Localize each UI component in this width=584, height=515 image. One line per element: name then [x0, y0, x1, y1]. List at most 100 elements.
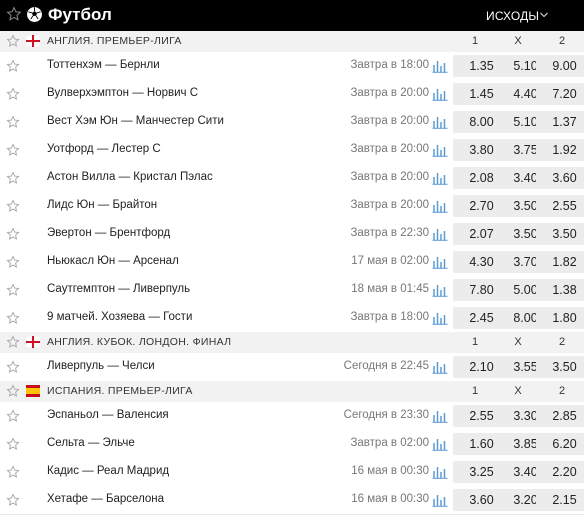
match-teams[interactable]: Эвертон — Брентфорд — [47, 227, 170, 239]
odds-button[interactable]: 2.15 — [536, 489, 584, 511]
favorite-star-icon[interactable] — [6, 87, 20, 101]
odds-button[interactable]: 1.38 — [536, 279, 584, 301]
match-teams[interactable]: Тоттенхэм — Бернли — [47, 59, 160, 71]
match-teams[interactable]: Астон Вилла — Кристал Пэлас — [47, 171, 213, 183]
statistics-icon[interactable] — [432, 115, 448, 129]
favorite-star-icon[interactable] — [6, 409, 20, 423]
match-row[interactable]: Астон Вилла — Кристал Пэлас Завтра в 20:0… — [0, 164, 584, 193]
match-row[interactable]: Хетафе — Барселона 16 мая в 00:30 3.60 3.20… — [0, 486, 584, 515]
favorite-star-icon[interactable] — [6, 255, 20, 269]
league-name: ИСПАНИЯ. ПРЕМЬЕР-ЛИГА — [47, 385, 193, 397]
favorite-star-icon[interactable] — [6, 171, 20, 185]
match-teams[interactable]: Вулверхэмптон — Норвич С — [47, 87, 198, 99]
match-teams[interactable]: Вест Хэм Юн — Манчестер Сити — [47, 115, 224, 127]
match-time: Завтра в 20:00 — [350, 143, 429, 155]
favorite-star-icon[interactable] — [6, 59, 20, 73]
odds-button[interactable]: 3.50 — [536, 356, 584, 378]
league-header: ИСПАНИЯ. ПРЕМЬЕР-ЛИГА 1 X 2 — [0, 381, 584, 403]
match-row[interactable]: Тоттенхэм — Бернли Завтра в 18:00 1.35 5.10… — [0, 52, 584, 81]
odds-button[interactable]: 2.55 — [536, 195, 584, 217]
match-row[interactable]: Вулверхэмптон — Норвич С Завтра в 20:00 1.… — [0, 80, 584, 109]
match-time: Завтра в 02:00 — [350, 437, 429, 449]
match-row[interactable]: Саутгемптон — Ливерпуль 18 мая в 01:45 7.8… — [0, 276, 584, 305]
match-time: Завтра в 18:00 — [350, 59, 429, 71]
odds-button[interactable]: 1.37 — [536, 111, 584, 133]
statistics-icon[interactable] — [432, 409, 448, 423]
match-teams[interactable]: Кадис — Реал Мадрид — [47, 465, 169, 477]
statistics-icon[interactable] — [432, 199, 448, 213]
match-time: Завтра в 20:00 — [350, 87, 429, 99]
match-teams[interactable]: Уотфорд — Лестер С — [47, 143, 161, 155]
match-teams[interactable]: Ливерпуль — Челси — [47, 360, 155, 372]
odds-button[interactable]: 7.20 — [536, 83, 584, 105]
odds-button[interactable]: 3.60 — [536, 167, 584, 189]
match-row[interactable]: Кадис — Реал Мадрид 16 мая в 00:30 3.25 3.4… — [0, 458, 584, 487]
statistics-icon[interactable] — [432, 465, 448, 479]
match-time: Завтра в 20:00 — [350, 171, 429, 183]
sport-header: Футбол ИСХОДЫ — [0, 0, 584, 31]
match-time: 18 мая в 01:45 — [351, 283, 429, 295]
statistics-icon[interactable] — [432, 283, 448, 297]
match-teams[interactable]: Хетафе — Барселона — [47, 493, 164, 505]
match-time: Завтра в 20:00 — [350, 115, 429, 127]
favorite-star-icon[interactable] — [6, 115, 20, 129]
match-teams[interactable]: 9 матчей. Хозяева — Гости — [47, 311, 192, 323]
favorite-star-icon[interactable] — [6, 465, 20, 479]
statistics-icon[interactable] — [432, 227, 448, 241]
favorite-star-icon[interactable] — [6, 227, 20, 241]
favorite-star-icon[interactable] — [6, 199, 20, 213]
statistics-icon[interactable] — [432, 360, 448, 374]
england-flag-icon — [26, 336, 40, 348]
match-row[interactable]: Уотфорд — Лестер С Завтра в 20:00 3.80 3.75… — [0, 136, 584, 165]
statistics-icon[interactable] — [432, 143, 448, 157]
match-row[interactable]: Эвертон — Брентфорд Завтра в 22:30 2.07 3.5… — [0, 220, 584, 249]
statistics-icon[interactable] — [432, 437, 448, 451]
favorite-star-icon[interactable] — [6, 437, 20, 451]
match-time: Завтра в 18:00 — [350, 311, 429, 323]
match-teams[interactable]: Сельта — Эльче — [47, 437, 135, 449]
match-row[interactable]: Ливерпуль — Челси Сегодня в 22:45 2.10 3.55… — [0, 353, 584, 382]
match-row[interactable]: Лидс Юн — Брайтон Завтра в 20:00 2.70 3.50 2… — [0, 192, 584, 221]
match-row[interactable]: Сельта — Эльче Завтра в 02:00 1.60 3.85 6.20 — [0, 430, 584, 459]
statistics-icon[interactable] — [432, 311, 448, 325]
odds-button[interactable]: 2.85 — [536, 405, 584, 427]
favorite-star-icon[interactable] — [6, 34, 20, 48]
favorite-star-icon[interactable] — [6, 143, 20, 157]
match-row[interactable]: Ньюкасл Юн — Арсенал 17 мая в 02:00 4.30 3.… — [0, 248, 584, 277]
match-row[interactable]: 9 матчей. Хозяева — Гости Завтра в 18:00 2… — [0, 304, 584, 333]
match-time: Завтра в 20:00 — [350, 199, 429, 211]
league-header: АНГЛИЯ. ПРЕМЬЕР-ЛИГА 1 X 2 — [0, 31, 584, 53]
odds-button[interactable]: 1.82 — [536, 251, 584, 273]
odds-button[interactable]: 9.00 — [536, 55, 584, 77]
favorite-star-icon[interactable] — [6, 311, 20, 325]
match-row[interactable]: Эспаньол — Валенсия Сегодня в 23:30 2.55 3.… — [0, 402, 584, 431]
odds-button[interactable]: 2.20 — [536, 461, 584, 483]
odds-button[interactable]: 6.20 — [536, 433, 584, 455]
statistics-icon[interactable] — [432, 59, 448, 73]
statistics-icon[interactable] — [432, 255, 448, 269]
statistics-icon[interactable] — [432, 87, 448, 101]
match-teams[interactable]: Саутгемптон — Ливерпуль — [47, 283, 190, 295]
favorite-star-icon[interactable] — [6, 384, 20, 398]
league-name: АНГЛИЯ. КУБОК. ЛОНДОН. ФИНАЛ — [47, 336, 232, 348]
outcome-column-header: 2 — [558, 385, 566, 397]
statistics-icon[interactable] — [432, 171, 448, 185]
match-row[interactable]: Вест Хэм Юн — Манчестер Сити Завтра в 20:… — [0, 108, 584, 137]
odds-button[interactable]: 3.50 — [536, 223, 584, 245]
market-selector[interactable]: ИСХОДЫ — [486, 9, 539, 23]
chevron-down-icon[interactable] — [539, 10, 549, 20]
favorite-star-icon[interactable] — [6, 283, 20, 297]
favorite-star-icon[interactable] — [6, 335, 20, 349]
statistics-icon[interactable] — [432, 493, 448, 507]
favorite-star-icon[interactable] — [6, 493, 20, 507]
odds-button[interactable]: 1.80 — [536, 307, 584, 329]
outcome-column-header: 2 — [558, 35, 566, 47]
match-teams[interactable]: Эспаньол — Валенсия — [47, 409, 169, 421]
league-name: АНГЛИЯ. ПРЕМЬЕР-ЛИГА — [47, 35, 182, 47]
odds-button[interactable]: 1.92 — [536, 139, 584, 161]
match-teams[interactable]: Лидс Юн — Брайтон — [47, 199, 157, 211]
match-teams[interactable]: Ньюкасл Юн — Арсенал — [47, 255, 179, 267]
match-time: 16 мая в 00:30 — [351, 465, 429, 477]
favorite-star-icon[interactable] — [6, 6, 22, 22]
favorite-star-icon[interactable] — [6, 360, 20, 374]
